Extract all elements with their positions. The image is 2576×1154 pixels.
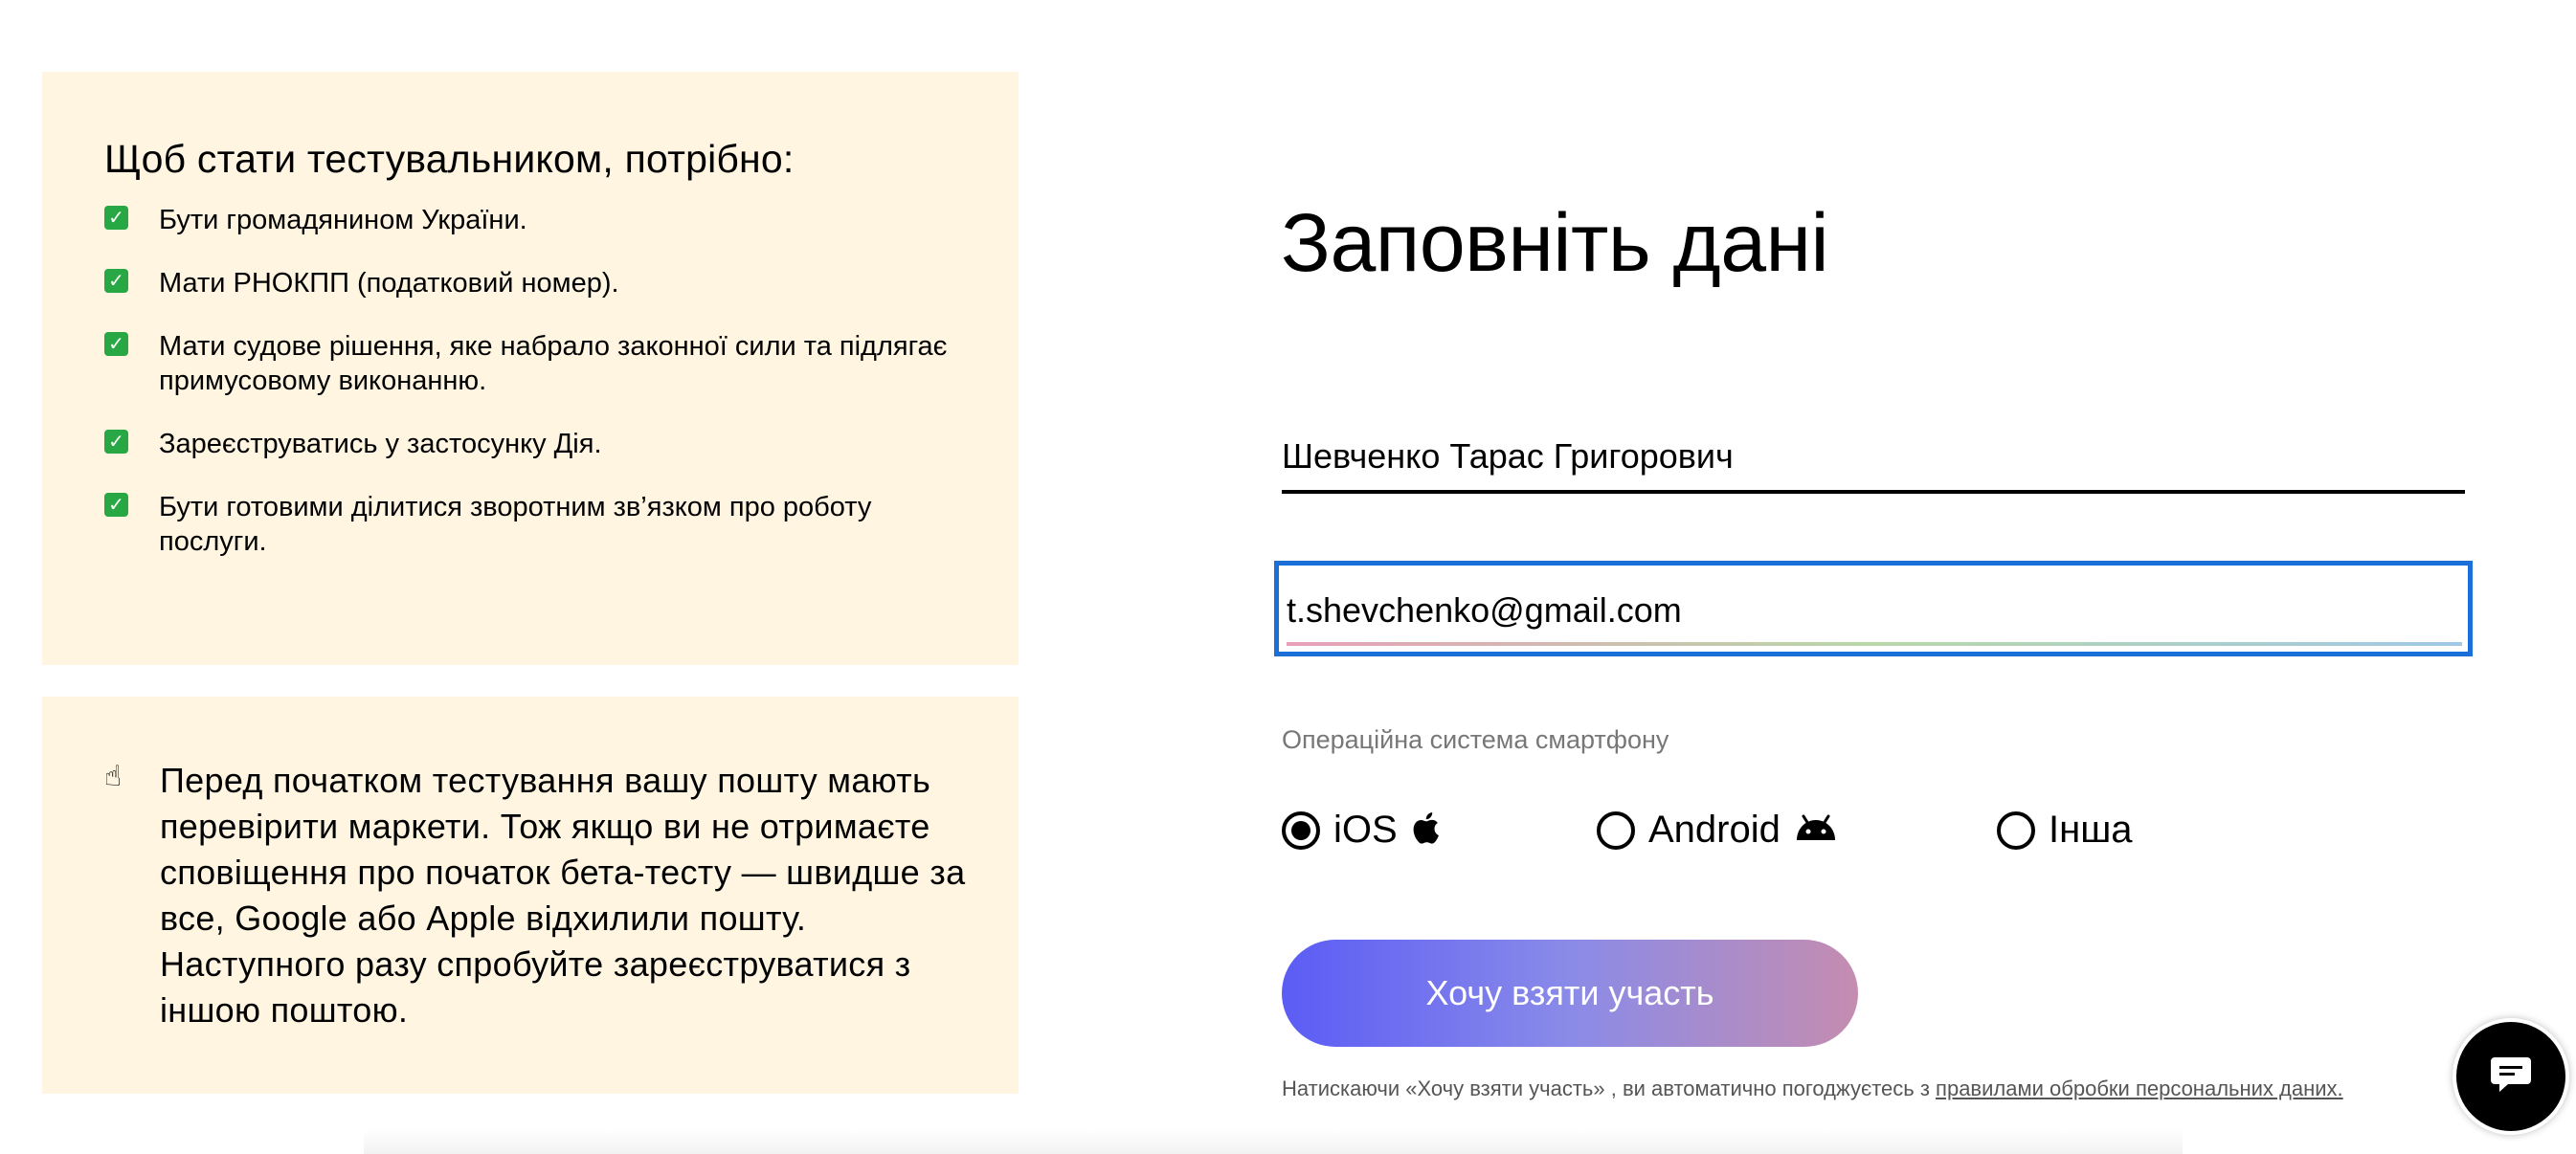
- check-mark-icon: ✓: [104, 269, 128, 293]
- check-mark-icon: ✓: [104, 430, 128, 454]
- chat-button[interactable]: [2453, 1018, 2569, 1135]
- radio-label-ios: iOS: [1333, 809, 1398, 851]
- radio-circle[interactable]: [1282, 810, 1320, 850]
- requirement-text: Бути громадянином України.: [159, 205, 527, 235]
- radio-ios[interactable]: iOS: [1282, 809, 1440, 852]
- note-row: ☝ Перед початком тестування вашу пошту м…: [104, 758, 1019, 1033]
- name-field[interactable]: [1282, 429, 2465, 494]
- list-item: ✓ Зареєструватись у застосунку Дія.: [104, 427, 1019, 461]
- check-mark-icon: ✓: [104, 493, 128, 517]
- radio-label-other: Інша: [2049, 809, 2133, 851]
- radio-circle[interactable]: [1997, 810, 2035, 850]
- bottom-divider: [364, 1129, 2183, 1154]
- form-title: Заповніть дані: [1281, 197, 1829, 289]
- list-item: ✓ Мати РНОКПП (податковий номер).: [104, 266, 1019, 300]
- check-mark-icon: ✓: [104, 206, 128, 230]
- requirement-text: Зареєструватись у застосунку Дія.: [159, 429, 602, 459]
- android-icon: [1794, 814, 1838, 846]
- radio-other[interactable]: Інша: [1997, 809, 2133, 852]
- submit-button[interactable]: Хочу взяти участь: [1282, 940, 1858, 1047]
- email-note-panel: ☝ Перед початком тестування вашу пошту м…: [42, 697, 1019, 1094]
- list-item: ✓ Мати судове рішення, яке набрало закон…: [104, 329, 1019, 398]
- chat-bubble-icon: [2489, 1054, 2533, 1099]
- pointing-finger-icon: ☝: [104, 761, 123, 792]
- note-text: Перед початком тестування вашу пошту маю…: [160, 761, 966, 1030]
- radio-android[interactable]: Android: [1597, 809, 1838, 852]
- email-input[interactable]: [1287, 587, 2462, 634]
- privacy-policy-link[interactable]: правилами обробки персональних даних.: [1936, 1076, 2343, 1100]
- requirements-title: Щоб стати тестувальником, потрібно:: [104, 137, 795, 181]
- radio-circle[interactable]: [1597, 810, 1635, 850]
- check-mark-icon: ✓: [104, 332, 128, 356]
- list-item: ✓ Бути громадянином України.: [104, 203, 1019, 237]
- requirements-list: ✓ Бути громадянином України. ✓ Мати РНОК…: [104, 203, 1019, 559]
- radio-selected-dot: [1291, 820, 1310, 840]
- list-item: ✓ Бути готовими ділитися зворотним зв’яз…: [104, 490, 1019, 559]
- requirement-text: Мати РНОКПП (податковий номер).: [159, 268, 619, 299]
- email-field[interactable]: [1287, 569, 2462, 646]
- os-label: Операційна система смартфону: [1282, 725, 1669, 754]
- apple-icon: [1411, 811, 1440, 849]
- radio-label-android: Android: [1648, 809, 1781, 851]
- requirement-text: Мати судове рішення, яке набрало законно…: [159, 331, 948, 396]
- email-field-focus-ring[interactable]: [1274, 561, 2473, 656]
- requirements-panel: Щоб стати тестувальником, потрібно: ✓ Бу…: [42, 72, 1019, 665]
- consent-text: Натискаючи «Хочу взяти участь» , ви авто…: [1282, 1076, 2343, 1101]
- name-input[interactable]: [1282, 433, 2465, 480]
- requirement-text: Бути готовими ділитися зворотним зв’язко…: [159, 492, 872, 557]
- consent-prefix: Натискаючи «Хочу взяти участь» , ви авто…: [1282, 1076, 1937, 1100]
